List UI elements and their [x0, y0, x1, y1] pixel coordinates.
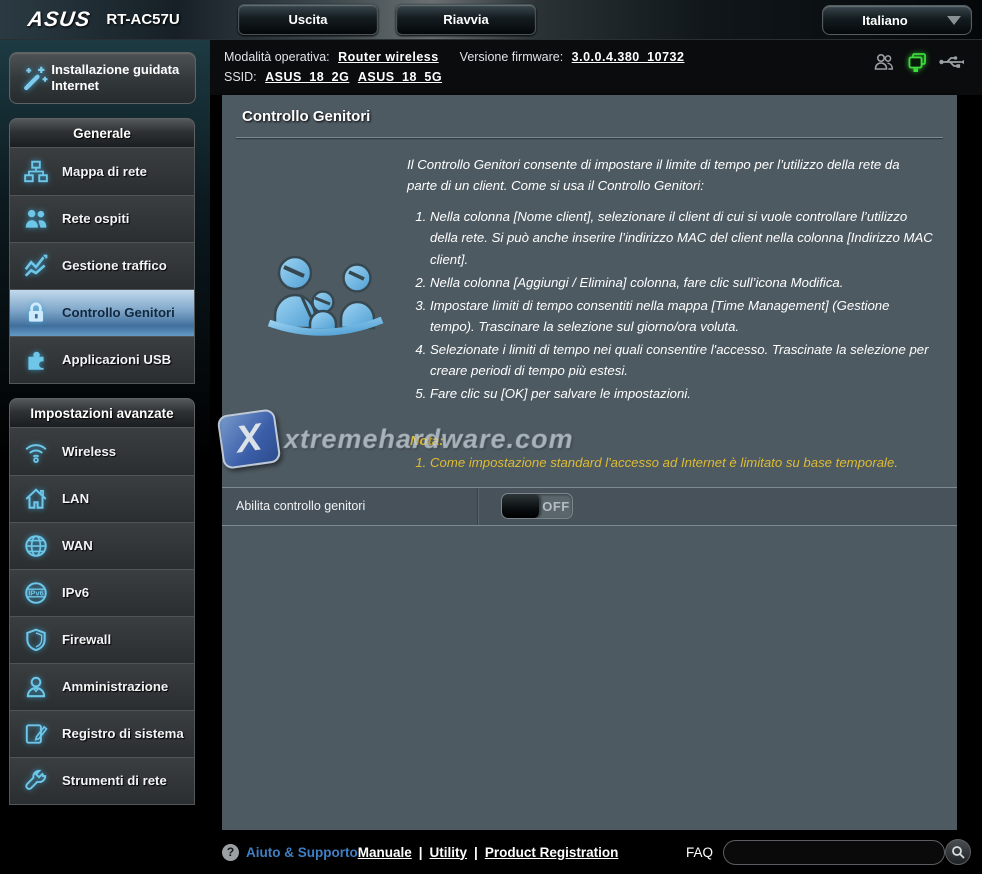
- enable-parental-control-row: Abilita controllo genitori OFF: [222, 487, 957, 526]
- language-selected-label: Italiano: [823, 13, 947, 28]
- sidebar-item-administration[interactable]: Amministrazione: [10, 663, 194, 710]
- language-selector[interactable]: Italiano: [822, 5, 972, 35]
- magic-wand-icon: [18, 63, 51, 93]
- firmware-version-link[interactable]: 3.0.0.4.380_10732: [572, 50, 685, 64]
- ssid-5g-link[interactable]: ASUS_18_5G: [358, 70, 442, 84]
- intro-paragraph: Il Controllo Genitori consente di impost…: [407, 154, 933, 196]
- home-icon: [10, 486, 62, 512]
- clients-icon[interactable]: [872, 51, 896, 73]
- sidebar-item-firewall[interactable]: Firewall: [10, 616, 194, 663]
- sidebar-item-network-tools[interactable]: Strumenti di rete: [10, 757, 194, 804]
- reboot-button[interactable]: Riavvia: [396, 4, 536, 35]
- firmware-label: Versione firmware:: [460, 50, 564, 64]
- product-registration-link[interactable]: Product Registration: [485, 845, 619, 860]
- section-title-advanced: Impostazioni avanzate: [9, 398, 195, 427]
- guests-icon: [10, 206, 62, 232]
- faq-search-input[interactable]: [723, 840, 945, 865]
- sidebar-item-system-log[interactable]: Registro di sistema: [10, 710, 194, 757]
- puzzle-icon: [10, 347, 62, 373]
- ipv6-globe-icon: IPv6: [10, 580, 62, 606]
- asus-logo: ASUS: [26, 8, 92, 32]
- note-item: Come impostazione standard l'accesso ad …: [430, 452, 933, 473]
- wifi-icon: [10, 439, 62, 465]
- person-icon: [10, 674, 62, 700]
- section-title-general: Generale: [9, 118, 195, 147]
- wrench-icon: [10, 768, 62, 794]
- sidebar-item-traffic-manager[interactable]: Gestione traffico: [10, 242, 194, 289]
- sidebar-item-guest-network[interactable]: Rete ospiti: [10, 195, 194, 242]
- instruction-steps: Nella colonna [Nome client], selezionare…: [410, 206, 933, 404]
- sidebar-item-lan[interactable]: LAN: [10, 475, 194, 522]
- note-label: Nota:: [410, 430, 933, 451]
- parental-control-toggle[interactable]: OFF: [501, 493, 573, 519]
- info-bar: Modalità operativa: Router wireless Vers…: [210, 40, 982, 95]
- ssid-2g-link[interactable]: ASUS_18_2G: [265, 70, 349, 84]
- usb-icon[interactable]: [938, 53, 966, 71]
- sidebar-item-ipv6[interactable]: IPv6 IPv6: [10, 569, 194, 616]
- enable-parental-control-label: Abilita controllo genitori: [222, 488, 478, 525]
- step-item: Nella colonna [Nome client], selezionare…: [430, 206, 933, 269]
- globe-icon: [10, 533, 62, 559]
- main-panel: Controllo Genitori: [222, 95, 957, 830]
- shield-icon: [10, 627, 62, 653]
- sidebar: Installazione guidata Internet Generale …: [0, 40, 210, 830]
- sidebar-item-wireless[interactable]: Wireless: [10, 428, 194, 475]
- quick-setup-button[interactable]: Installazione guidata Internet: [9, 52, 196, 104]
- sidebar-item-usb-application[interactable]: Applicazioni USB: [10, 336, 194, 383]
- faq-label: FAQ: [686, 845, 713, 860]
- help-icon[interactable]: ?: [222, 844, 239, 861]
- sidebar-item-network-map[interactable]: Mappa di rete: [10, 148, 194, 195]
- operation-mode-label: Modalità operativa:: [224, 50, 330, 64]
- ssid-label: SSID:: [224, 70, 257, 84]
- operation-mode-link[interactable]: Router wireless: [338, 50, 439, 64]
- page-title: Controllo Genitori: [242, 108, 937, 125]
- log-pencil-icon: [10, 721, 62, 747]
- toggle-state-label: OFF: [540, 494, 572, 518]
- step-item: Nella colonna [Aggiungi / Elimina] colon…: [430, 272, 933, 293]
- chevron-down-icon: [947, 16, 961, 25]
- sidebar-section-advanced: Impostazioni avanzate Wireless: [9, 398, 195, 805]
- network-map-icon: [10, 159, 62, 185]
- utility-link[interactable]: Utility: [430, 845, 468, 860]
- footer: ? Aiuto & Supporto Manuale | Utility | P…: [0, 830, 982, 874]
- family-illustration-icon: [264, 250, 386, 350]
- search-icon: [951, 845, 966, 860]
- sidebar-section-general: Generale Mappa di rete: [9, 118, 195, 384]
- help-support-label: Aiuto & Supporto: [246, 845, 358, 860]
- logout-button[interactable]: Uscita: [238, 4, 378, 35]
- brand-area: ASUS RT-AC57U: [0, 8, 228, 32]
- traffic-chart-icon: [10, 253, 62, 279]
- wired-devices-icon[interactable]: [905, 50, 929, 74]
- sidebar-item-wan[interactable]: WAN: [10, 522, 194, 569]
- svg-text:IPv6: IPv6: [28, 589, 44, 598]
- sidebar-item-parental-control[interactable]: Controllo Genitori: [10, 289, 194, 336]
- manual-link[interactable]: Manuale: [358, 845, 412, 860]
- note-block: X xtremehardware.com Nota: Come impostaz…: [410, 430, 933, 472]
- lock-icon: [10, 300, 62, 326]
- faq-search-button[interactable]: [945, 839, 971, 865]
- step-item: Impostare limiti di tempo consentiti nel…: [430, 295, 933, 337]
- top-bar: ASUS RT-AC57U Uscita Riavvia Italiano: [0, 0, 982, 40]
- quick-setup-label: Installazione guidata Internet: [51, 62, 187, 93]
- step-item: Selezionate i limiti di tempo nei quali …: [430, 339, 933, 381]
- step-item: Fare clic su [OK] per salvare le imposta…: [430, 383, 933, 404]
- router-model: RT-AC57U: [106, 11, 179, 28]
- toggle-knob[interactable]: [502, 494, 540, 518]
